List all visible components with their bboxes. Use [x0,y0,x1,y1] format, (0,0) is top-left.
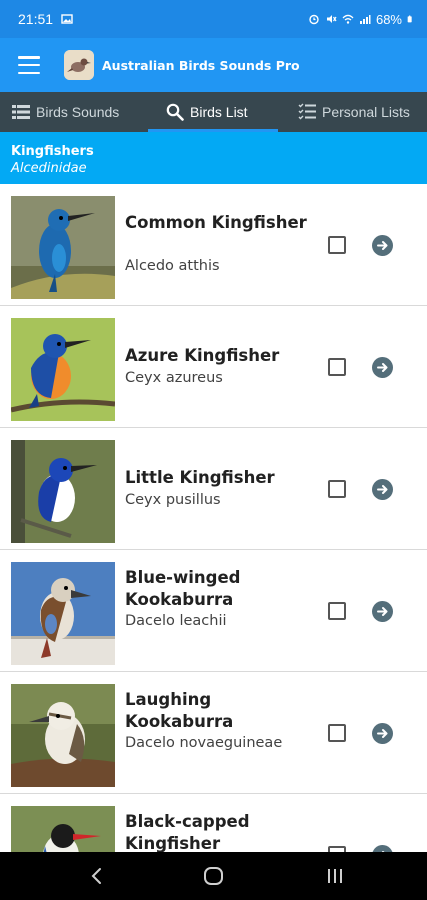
bird-name: Blue-winged Kookaburra [125,568,241,609]
search-icon [166,103,184,121]
tab-personal-lists[interactable]: Personal Lists [278,92,427,132]
open-bird-arrow-icon[interactable] [372,479,393,500]
family-name: Kingfishers [11,144,94,159]
family-header: Kingfishers Alcedinidae [0,132,427,184]
bird-row[interactable]: Black-capped Kingfisher [0,794,427,852]
battery-percent: 68% [375,11,402,27]
bird-photo [11,440,115,543]
recent-apps-icon[interactable] [324,865,346,887]
list-icon [12,105,30,119]
tab-birds-sounds[interactable]: Birds Sounds [0,92,148,132]
wifi-icon [342,14,354,24]
bird-checkbox[interactable] [328,602,346,620]
home-icon[interactable] [203,865,225,887]
status-bar: 21:51 68% [0,0,427,38]
bird-checkbox[interactable] [328,480,346,498]
bird-latin-name: Dacelo novaeguineae [125,735,283,751]
bird-name: Laughing Kookaburra [125,690,234,731]
bird-latin-name: Ceyx pusillus [125,492,221,508]
bird-photo [11,806,115,852]
status-time: 21:51 [18,11,54,27]
bird-name: Little Kingfisher [125,468,275,487]
battery-icon [407,15,412,23]
bird-checkbox[interactable] [328,358,346,376]
bird-row[interactable]: Common Kingfisher Alcedo atthis [0,184,427,306]
bird-list: Common Kingfisher Alcedo atthis Azure Ki… [0,184,427,852]
back-icon[interactable] [86,865,108,887]
open-bird-arrow-icon[interactable] [372,845,393,852]
bird-photo [11,318,115,421]
bird-row[interactable]: Blue-winged Kookaburra Dacelo leachii [0,550,427,672]
bird-row[interactable]: Laughing Kookaburra Dacelo novaeguineae [0,672,427,794]
hamburger-menu-icon[interactable] [18,56,40,74]
bird-photo [11,684,115,787]
bird-latin-name: Dacelo leachii [125,613,227,629]
bird-photo [11,196,115,299]
gallery-icon [61,14,73,24]
app-title: Australian Birds Sounds Pro [102,57,300,73]
tab-label: Birds List [190,104,248,120]
open-bird-arrow-icon[interactable] [372,357,393,378]
bird-latin-name: Ceyx azureus [125,370,223,386]
tab-birds-list[interactable]: Birds List [148,92,278,132]
mute-icon [326,15,337,23]
bird-photo [11,562,115,665]
bird-name: Black-capped Kingfisher [125,812,250,852]
app-bar: Australian Birds Sounds Pro [0,38,427,92]
open-bird-arrow-icon[interactable] [372,601,393,622]
bird-row[interactable]: Azure Kingfisher Ceyx azureus [0,306,427,428]
bird-name: Common Kingfisher [125,213,307,232]
tab-bar: Birds Sounds Birds List Personal Lists [0,92,427,132]
tab-label: Birds Sounds [36,104,120,120]
alarm-icon [309,14,319,25]
system-nav-bar [0,852,427,900]
bird-latin-name: Alcedo atthis [125,258,220,274]
app-logo [64,50,94,80]
checklist-icon [298,103,316,120]
bird-row[interactable]: Little Kingfisher Ceyx pusillus [0,428,427,550]
open-bird-arrow-icon[interactable] [372,235,393,256]
bird-checkbox[interactable] [328,724,346,742]
tab-label: Personal Lists [322,104,410,120]
open-bird-arrow-icon[interactable] [372,723,393,744]
family-latin-name: Alcedinidae [11,161,87,176]
bird-name: Azure Kingfisher [125,346,280,365]
bird-checkbox[interactable] [328,236,346,254]
signal-icon [359,15,371,24]
